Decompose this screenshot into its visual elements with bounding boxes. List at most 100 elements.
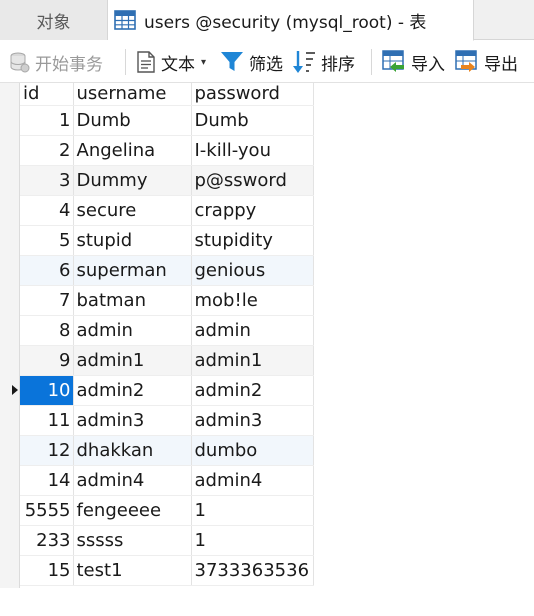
table-row[interactable]: 4 secure crappy	[20, 195, 314, 226]
filter-button[interactable]: 筛选	[220, 41, 283, 83]
table-row[interactable]: 2 Angelina I-kill-you	[20, 135, 314, 166]
cell-username[interactable]: Dumb	[73, 105, 192, 136]
table-row[interactable]: 5 stupid stupidity	[20, 225, 314, 256]
cell-password[interactable]: mob!le	[191, 285, 314, 316]
tab-users-label: users @security (mysql_root) - 表	[144, 12, 427, 33]
table-row[interactable]: 11 admin3 admin3	[20, 405, 314, 436]
toolbar: 开始事务 文本 ▾ 筛选 排序 导入 导出	[0, 41, 534, 83]
text-label: 文本	[161, 54, 195, 75]
cell-username[interactable]: secure	[73, 195, 192, 226]
import-label: 导入	[411, 54, 445, 75]
cell-id[interactable]: 3	[20, 165, 74, 196]
table-row[interactable]: 14 admin4 admin4	[20, 465, 314, 496]
cell-password[interactable]: admin2	[191, 375, 314, 406]
column-header-password[interactable]: password	[191, 83, 314, 106]
cell-id[interactable]: 5555	[20, 495, 74, 526]
cell-id[interactable]: 10	[20, 375, 74, 406]
cell-password[interactable]: admin	[191, 315, 314, 346]
tab-objects-label: 对象	[36, 12, 71, 33]
cell-username[interactable]: superman	[73, 255, 192, 286]
export-label: 导出	[484, 54, 518, 75]
sort-arrow-icon	[293, 51, 315, 73]
column-header-username[interactable]: username	[73, 83, 192, 106]
table-row[interactable]: 9 admin1 admin1	[20, 345, 314, 376]
cell-username[interactable]: test1	[73, 555, 192, 586]
cell-id[interactable]: 1	[20, 105, 74, 136]
current-row-marker-icon	[12, 385, 18, 395]
cell-id[interactable]: 8	[20, 315, 74, 346]
column-header-id[interactable]: id	[20, 83, 74, 106]
cell-password[interactable]: crappy	[191, 195, 314, 226]
cell-password[interactable]: 1	[191, 525, 314, 556]
cell-id[interactable]: 12	[20, 435, 74, 466]
cell-password[interactable]: Dumb	[191, 105, 314, 136]
table-row[interactable]: 3 Dummy p@ssword	[20, 165, 314, 196]
cell-username[interactable]: batman	[73, 285, 192, 316]
cell-id[interactable]: 2	[20, 135, 74, 166]
table-row[interactable]: 8 admin admin	[20, 315, 314, 346]
cell-password[interactable]: admin1	[191, 345, 314, 376]
cell-password[interactable]: 1	[191, 495, 314, 526]
sort-label: 排序	[321, 54, 355, 75]
cell-username[interactable]: admin3	[73, 405, 192, 436]
cell-password[interactable]: genious	[191, 255, 314, 286]
text-button[interactable]: 文本 ▾	[136, 41, 206, 83]
begin-transaction-button[interactable]: 开始事务	[8, 41, 103, 83]
cell-id[interactable]: 14	[20, 465, 74, 496]
cell-username[interactable]: dhakkan	[73, 435, 192, 466]
cell-username[interactable]: stupid	[73, 225, 192, 256]
table-row[interactable]: 15 test1 3733363536	[20, 555, 314, 586]
sort-button[interactable]: 排序	[292, 41, 355, 83]
cell-username[interactable]: admin4	[73, 465, 192, 496]
cell-username[interactable]: admin	[73, 315, 192, 346]
row-selector-gutter[interactable]	[0, 83, 20, 588]
table-row[interactable]: 5555 fengeeee 1	[20, 495, 314, 526]
cell-username[interactable]: Dummy	[73, 165, 192, 196]
tab-users-table[interactable]: users @security (mysql_root) - 表	[108, 0, 474, 41]
cell-password[interactable]: admin4	[191, 465, 314, 496]
data-grid[interactable]: id username password 1 Dumb Dumb 2 Angelina I…	[0, 83, 534, 616]
import-button[interactable]: 导入	[382, 41, 445, 83]
cell-password[interactable]: I-kill-you	[191, 135, 314, 166]
cell-id[interactable]: 7	[20, 285, 74, 316]
table-row[interactable]: 7 batman mob!le	[20, 285, 314, 316]
users-table: id username password 1 Dumb Dumb 2 Angelina I…	[20, 83, 314, 586]
chevron-down-icon: ▾	[201, 56, 207, 68]
begin-transaction-label: 开始事务	[35, 54, 103, 75]
cell-id[interactable]: 6	[20, 255, 74, 286]
toolbar-separator	[125, 49, 126, 75]
import-table-icon	[382, 50, 404, 72]
cell-username[interactable]: admin2	[73, 375, 192, 406]
cell-id[interactable]: 11	[20, 405, 74, 436]
cell-id[interactable]: 5	[20, 225, 74, 256]
table-grid-icon	[114, 10, 136, 30]
table-row[interactable]: 1 Dumb Dumb	[20, 105, 314, 136]
cell-username[interactable]: admin1	[73, 345, 192, 376]
cell-password[interactable]: admin3	[191, 405, 314, 436]
filter-label: 筛选	[249, 54, 283, 75]
tab-objects[interactable]: 对象	[0, 0, 108, 40]
cell-password[interactable]: stupidity	[191, 225, 314, 256]
cell-id[interactable]: 4	[20, 195, 74, 226]
table-row[interactable]: 12 dhakkan dumbo	[20, 435, 314, 466]
table-row[interactable]: 6 superman genious	[20, 255, 314, 286]
table-row[interactable]: 233 sssss 1	[20, 525, 314, 556]
cell-id[interactable]: 233	[20, 525, 74, 556]
document-icon	[137, 51, 155, 73]
database-icon	[10, 52, 30, 73]
cell-username[interactable]: sssss	[73, 525, 192, 556]
toolbar-separator	[371, 49, 372, 75]
cell-username[interactable]: fengeeee	[73, 495, 192, 526]
funnel-icon	[221, 52, 243, 71]
table-row[interactable]: 10 admin2 admin2	[20, 375, 314, 406]
tab-bar: 对象 users @security (mysql_root) - 表	[0, 0, 534, 41]
cell-password[interactable]: 3733363536	[191, 555, 314, 586]
export-button[interactable]: 导出	[455, 41, 518, 83]
cell-id[interactable]: 9	[20, 345, 74, 376]
cell-password[interactable]: dumbo	[191, 435, 314, 466]
cell-id[interactable]: 15	[20, 555, 74, 586]
export-table-icon	[455, 50, 477, 72]
cell-username[interactable]: Angelina	[73, 135, 192, 166]
header-row: id username password	[20, 83, 314, 106]
cell-password[interactable]: p@ssword	[191, 165, 314, 196]
